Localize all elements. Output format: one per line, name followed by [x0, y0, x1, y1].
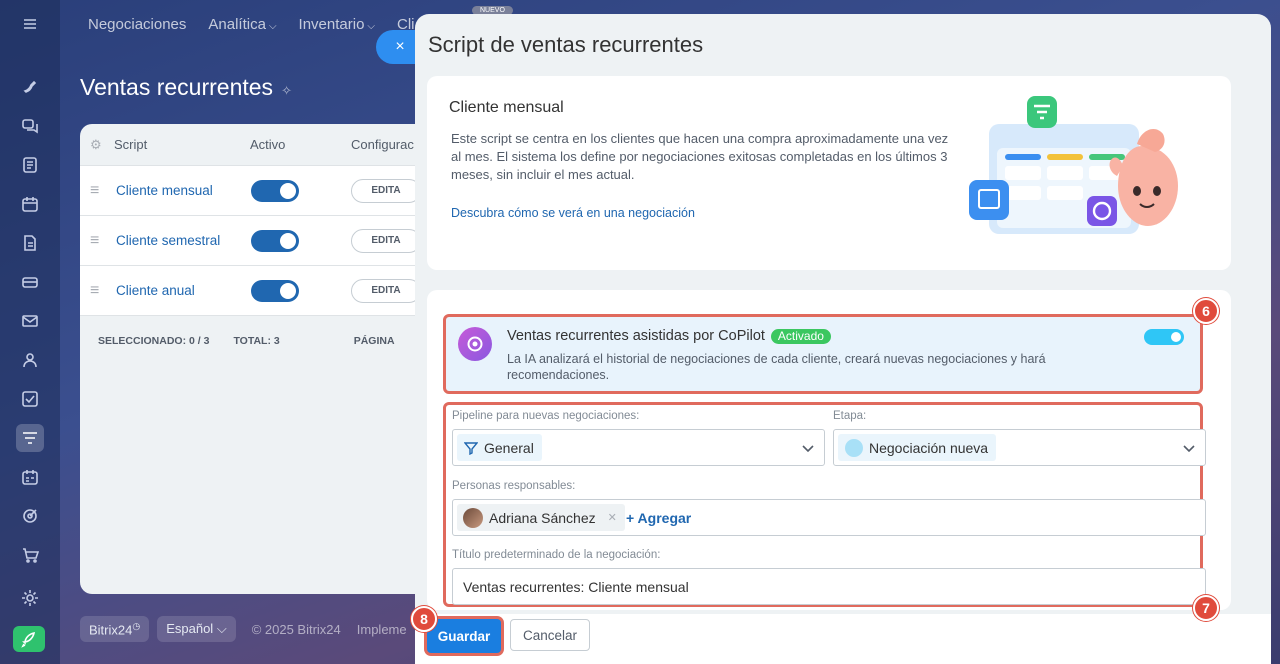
- calendar-icon[interactable]: [16, 190, 44, 218]
- copyright-text: © 2025 Bitrix24: [251, 621, 341, 637]
- remove-user-icon[interactable]: ✕: [608, 511, 617, 524]
- close-icon: ×: [395, 38, 405, 55]
- mail-icon[interactable]: [16, 307, 44, 335]
- top-navigation: Negociaciones Analítica ⌵ Inventario ⌵ Cli: [88, 16, 415, 36]
- total-count: TOTAL: 3: [233, 335, 280, 347]
- user-chip: Adriana Sánchez ✕: [457, 504, 625, 531]
- nav-inventario[interactable]: Inventario ⌵: [299, 16, 375, 36]
- storage-icon[interactable]: [16, 268, 44, 296]
- script-title: Cliente mensual: [449, 99, 564, 116]
- docs-icon[interactable]: [16, 229, 44, 257]
- left-sidebar: [0, 0, 60, 664]
- script-name-link[interactable]: Cliente mensual: [116, 183, 251, 198]
- marketing-icon[interactable]: [16, 502, 44, 530]
- pipeline-label: Pipeline para nuevas negociaciones:: [452, 410, 640, 422]
- chevron-down-icon: [1183, 445, 1195, 453]
- drag-handle-icon[interactable]: ≡: [80, 232, 116, 250]
- pagination[interactable]: PÁGINA: [354, 335, 395, 347]
- bottom-bar: Bitrix24◷ Español ⌵ © 2025 Bitrix24 Impl…: [80, 616, 407, 643]
- page-title: Ventas recurrentes ✧: [80, 74, 292, 100]
- stage-label: Etapa:: [833, 410, 867, 422]
- step-callout: 6: [1193, 298, 1219, 324]
- active-toggle[interactable]: [251, 229, 299, 252]
- pipeline-chip: General: [457, 434, 542, 461]
- copilot-logo-icon: [458, 327, 492, 361]
- clock-icon: ◷: [132, 621, 141, 631]
- script-name-link[interactable]: Cliente semestral: [116, 233, 251, 248]
- scripts-grid: ⚙ Script Activo Configurac ≡ Cliente men…: [80, 124, 440, 594]
- nav-negociaciones[interactable]: Negociaciones: [88, 16, 186, 36]
- feed-icon[interactable]: [16, 72, 44, 100]
- deal-title-label: Título predeterminado de la negociación:: [452, 549, 661, 561]
- crm-funnel-icon[interactable]: [16, 424, 44, 452]
- pin-icon[interactable]: ✧: [281, 83, 292, 98]
- avatar: [463, 507, 483, 528]
- selected-count: SELECCIONADO: 0 / 3: [98, 335, 210, 347]
- script-description: Este script se centra en los clientes qu…: [451, 131, 949, 182]
- table-row: ≡ Cliente semestral EDITA: [80, 216, 440, 266]
- checklist-icon[interactable]: [16, 385, 44, 413]
- col-active: Activo: [250, 137, 286, 152]
- gear-icon[interactable]: ⚙: [80, 137, 114, 153]
- edit-button[interactable]: EDITA: [351, 228, 421, 253]
- slider-title: Script de ventas recurrentes: [428, 32, 704, 57]
- script-info-card: Cliente mensual Este script se centra en…: [427, 76, 1231, 270]
- preview-link[interactable]: Descubra cómo se verá en una negociación: [451, 206, 695, 220]
- stage-chip: Negociación nueva: [838, 434, 997, 461]
- cancel-button[interactable]: Cancelar: [510, 619, 590, 651]
- copilot-settings-card: Ventas recurrentes asistidas por CoPilot…: [427, 290, 1231, 610]
- brand-button[interactable]: Bitrix24◷: [80, 616, 150, 643]
- copilot-section: Ventas recurrentes asistidas por CoPilot…: [443, 314, 1203, 394]
- save-button[interactable]: Guardar: [427, 619, 501, 653]
- tasks-icon[interactable]: [16, 151, 44, 179]
- close-slider-button[interactable]: ×: [376, 30, 420, 64]
- responsible-field[interactable]: Adriana Sánchez ✕ + Agregar: [452, 499, 1206, 536]
- contacts-icon[interactable]: [16, 346, 44, 374]
- edit-button[interactable]: EDITA: [351, 278, 421, 303]
- deal-settings-section: Pipeline para nuevas negociaciones: Gene…: [443, 402, 1206, 607]
- deal-title-value: Ventas recurrentes: Cliente mensual: [463, 579, 689, 595]
- script-settings-slider: Script de ventas recurrentes Cliente men…: [415, 14, 1271, 664]
- implement-link[interactable]: Impleme: [357, 622, 407, 637]
- table-row: ≡ Cliente mensual EDITA: [80, 166, 440, 216]
- chevron-down-icon: [802, 445, 814, 453]
- language-select[interactable]: Español ⌵: [157, 616, 236, 643]
- stage-select[interactable]: Negociación nueva: [833, 429, 1206, 466]
- cart-icon[interactable]: [16, 541, 44, 569]
- chevron-down-icon: ⌵: [367, 21, 376, 32]
- menu-icon[interactable]: [16, 10, 44, 38]
- funnel-icon: [464, 441, 478, 455]
- chat-icon[interactable]: [16, 112, 44, 140]
- nav-analitica[interactable]: Analítica ⌵: [208, 16, 276, 36]
- col-script: Script: [114, 137, 148, 152]
- col-config: Configurac: [351, 137, 414, 152]
- footer-buttons: Guardar Cancelar: [415, 614, 1271, 664]
- settings-icon[interactable]: [16, 584, 44, 612]
- status-badge: Activado: [770, 329, 831, 344]
- recurring-sales-illustration: [969, 96, 1178, 234]
- grid-header: ⚙ Script Activo Configurac: [80, 124, 440, 166]
- active-toggle[interactable]: [251, 279, 299, 302]
- table-row: ≡ Cliente anual EDITA: [80, 266, 440, 316]
- chevron-down-icon: ⌵: [216, 621, 227, 637]
- chevron-down-icon: ⌵: [268, 21, 277, 32]
- copilot-toggle[interactable]: [1144, 329, 1184, 345]
- step-callout: 7: [1193, 595, 1219, 621]
- edit-button[interactable]: EDITA: [351, 178, 421, 203]
- script-name-link[interactable]: Cliente anual: [116, 283, 251, 298]
- pipeline-select[interactable]: General: [452, 429, 825, 466]
- responsible-label: Personas responsables:: [452, 480, 576, 492]
- active-toggle[interactable]: [251, 179, 299, 202]
- drag-handle-icon[interactable]: ≡: [80, 282, 116, 300]
- stage-color-dot: [845, 438, 863, 457]
- copilot-description: La IA analizará el historial de negociac…: [507, 352, 1046, 382]
- booking-icon[interactable]: [16, 463, 44, 491]
- add-user-button[interactable]: + Agregar: [626, 510, 691, 526]
- deal-title-input[interactable]: Ventas recurrentes: Cliente mensual: [452, 568, 1206, 605]
- rocket-icon[interactable]: [13, 626, 45, 652]
- step-callout: 8: [411, 606, 437, 632]
- drag-handle-icon[interactable]: ≡: [80, 182, 116, 200]
- copilot-title: Ventas recurrentes asistidas por CoPilot…: [507, 328, 831, 344]
- grid-footer: SELECCIONADO: 0 / 3 TOTAL: 3 PÁGINA: [80, 316, 440, 366]
